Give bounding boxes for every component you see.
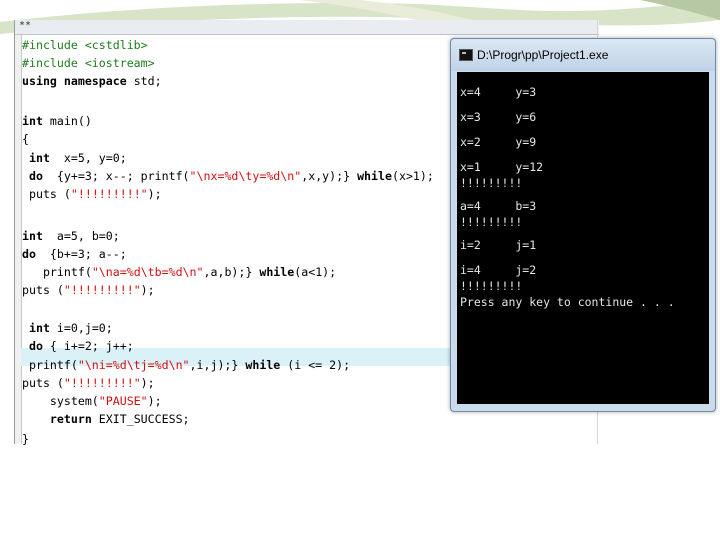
code-line[interactable]: #include <iostream>: [22, 54, 155, 72]
console-output-line: x=1 y=12: [460, 160, 544, 174]
code-line[interactable]: puts ("!!!!!!!!!");: [22, 281, 155, 299]
code-line[interactable]: int x=5, y=0;: [22, 149, 127, 167]
console-output-line: !!!!!!!!!: [460, 215, 523, 229]
code-line[interactable]: printf("\na=%d\tb=%d\n",a,b);} while(a<1…: [22, 263, 336, 281]
code-line[interactable]: }: [22, 430, 29, 448]
console-output-line: x=4 y=3: [460, 85, 537, 99]
editor-gutter: [15, 35, 22, 444]
code-line[interactable]: system("PAUSE");: [22, 392, 162, 410]
code-line[interactable]: int a=5, b=0;: [22, 227, 120, 245]
console-output-line: i=4 j=2: [460, 263, 537, 277]
console-output-line: i=2 j=1: [460, 238, 537, 252]
console-title: D:\Progr\pp\Project1.exe: [477, 48, 609, 62]
code-line[interactable]: return EXIT_SUCCESS;: [22, 410, 190, 428]
console-output-line: Press any key to continue . . .: [460, 295, 675, 309]
editor-tab-strip: **: [15, 20, 599, 35]
console-output-line: !!!!!!!!!: [460, 279, 523, 293]
code-line[interactable]: puts ("!!!!!!!!!");: [22, 374, 155, 392]
code-line[interactable]: int main(): [22, 112, 92, 130]
console-output-line: x=3 y=6: [460, 110, 537, 124]
code-line[interactable]: puts ("!!!!!!!!!");: [22, 185, 162, 203]
console-output-line: a=4 b=3: [460, 199, 537, 213]
console-output-line: !!!!!!!!!: [460, 176, 523, 190]
console-output: x=4 y=3 x=3 y=6 x=2 y=9 x=1 y=12!!!!!!!!! a=…: [457, 72, 709, 404]
code-line[interactable]: {: [22, 130, 29, 148]
console-output-line: x=2 y=9: [460, 135, 537, 149]
code-line[interactable]: do {y+=3; x--; printf("\nx=%d\ty=%d\n",x…: [22, 167, 434, 185]
console-app-icon: [459, 49, 473, 61]
editor-tab-modified-mark: **: [19, 20, 32, 31]
console-titlebar[interactable]: D:\Progr\pp\Project1.exe: [451, 39, 715, 71]
code-line[interactable]: #include <cstdlib>: [22, 36, 148, 54]
code-line[interactable]: using namespace std;: [22, 72, 162, 90]
code-line[interactable]: printf("\ni=%d\tj=%d\n",i,j);} while (i …: [22, 356, 350, 374]
code-line[interactable]: int i=0,j=0;: [22, 319, 113, 337]
console-window[interactable]: D:\Progr\pp\Project1.exe x=4 y=3 x=3 y=6 x…: [450, 38, 716, 412]
code-line[interactable]: do { i+=2; j++;: [22, 337, 134, 355]
code-line[interactable]: do {b+=3; a--;: [22, 245, 127, 263]
